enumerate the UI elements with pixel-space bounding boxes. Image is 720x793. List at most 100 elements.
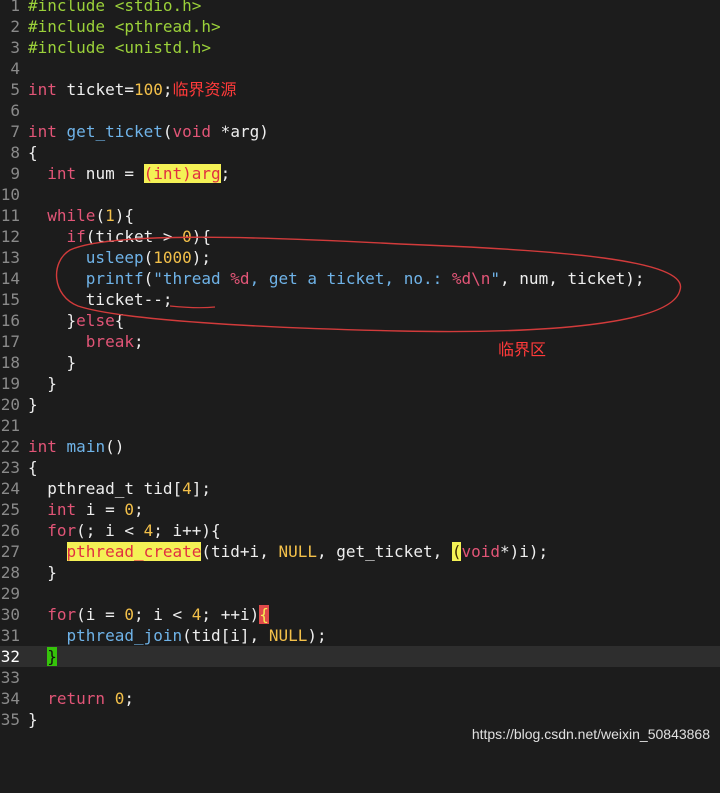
- code-text[interactable]: }else{: [28, 310, 125, 331]
- code-line[interactable]: 24 pthread_t tid[4];: [0, 478, 720, 499]
- code-line[interactable]: 17 break;: [0, 331, 720, 352]
- line-number: 7: [10, 122, 20, 141]
- code-line[interactable]: 13 usleep(1000);: [0, 247, 720, 268]
- code-text[interactable]: }: [28, 373, 57, 394]
- code-text[interactable]: #include <unistd.h>: [28, 37, 211, 58]
- code-text[interactable]: if(ticket > 0){: [28, 226, 212, 247]
- code-line[interactable]: 30 for(i = 0; i < 4; ++i){: [0, 604, 720, 625]
- code-text[interactable]: {: [28, 457, 38, 478]
- code-line[interactable]: 12 if(ticket > 0){: [0, 226, 720, 247]
- line-number: 1: [10, 0, 20, 15]
- code-line[interactable]: 3 #include <unistd.h>: [0, 37, 720, 58]
- line-number: 2: [10, 17, 20, 36]
- code-text[interactable]: {: [28, 142, 38, 163]
- line-number: 19: [0, 374, 20, 393]
- code-line[interactable]: 29: [0, 583, 720, 604]
- code-line[interactable]: 7 int get_ticket(void *arg): [0, 121, 720, 142]
- code-text[interactable]: pthread_join(tid[i], NULL);: [28, 625, 327, 646]
- code-text[interactable]: int main(): [28, 436, 124, 457]
- code-line[interactable]: 6: [0, 100, 720, 121]
- code-text[interactable]: int num = (int)arg;: [28, 163, 230, 184]
- code-line[interactable]: 2 #include <pthread.h>: [0, 16, 720, 37]
- code-editor[interactable]: 1 #include <stdio.h> 2 #include <pthread…: [0, 0, 720, 730]
- code-text[interactable]: usleep(1000);: [28, 247, 211, 268]
- line-number: 11: [0, 206, 20, 225]
- line-number: 20: [0, 395, 20, 414]
- code-line[interactable]: 14 printf("thread %d, get a ticket, no.:…: [0, 268, 720, 289]
- line-number: 24: [0, 479, 20, 498]
- code-text[interactable]: pthread_t tid[4];: [28, 478, 211, 499]
- code-line[interactable]: 27 pthread_create(tid+i, NULL, get_ticke…: [0, 541, 720, 562]
- code-line[interactable]: 1 #include <stdio.h>: [0, 0, 720, 16]
- line-number: 29: [0, 584, 20, 603]
- code-text[interactable]: }: [28, 562, 57, 583]
- line-number: 5: [10, 80, 20, 99]
- line-number: 31: [0, 626, 20, 645]
- line-number: 33: [0, 668, 20, 687]
- code-line[interactable]: 34 return 0;: [0, 688, 720, 709]
- code-line[interactable]: 15 ticket--;: [0, 289, 720, 310]
- code-text[interactable]: break;: [28, 331, 144, 352]
- code-text[interactable]: for(; i < 4; i++){: [28, 520, 220, 541]
- line-number: 26: [0, 521, 20, 540]
- code-line[interactable]: 20 }: [0, 394, 720, 415]
- code-line[interactable]: 5 int ticket=100;临界资源: [0, 79, 720, 100]
- code-text[interactable]: #include <stdio.h>: [28, 0, 201, 16]
- line-number: 10: [0, 185, 20, 204]
- line-number: 13: [0, 248, 20, 267]
- code-line[interactable]: 8 {: [0, 142, 720, 163]
- line-number: 4: [10, 59, 20, 78]
- line-number: 9: [10, 164, 20, 183]
- code-text[interactable]: }: [28, 709, 38, 730]
- line-number: 25: [0, 500, 20, 519]
- code-line[interactable]: 28 }: [0, 562, 720, 583]
- code-line[interactable]: 23 {: [0, 457, 720, 478]
- code-line[interactable]: 19 }: [0, 373, 720, 394]
- code-text[interactable]: }: [28, 352, 77, 373]
- code-line[interactable]: 31 pthread_join(tid[i], NULL);: [0, 625, 720, 646]
- line-number: 32: [0, 647, 20, 666]
- code-line[interactable]: 18 }: [0, 352, 720, 373]
- line-number: 8: [10, 143, 20, 162]
- cursor-bracket[interactable]: }: [47, 647, 57, 666]
- line-number: 15: [0, 290, 20, 309]
- code-text[interactable]: for(i = 0; i < 4; ++i){: [28, 604, 269, 625]
- code-text[interactable]: return 0;: [28, 688, 134, 709]
- code-line[interactable]: 10: [0, 184, 720, 205]
- code-line[interactable]: 25 int i = 0;: [0, 499, 720, 520]
- code-line[interactable]: 9 int num = (int)arg;: [0, 163, 720, 184]
- code-text[interactable]: int ticket=100;临界资源: [28, 79, 237, 100]
- code-text[interactable]: }: [28, 394, 38, 415]
- code-line-current[interactable]: 32 }: [0, 646, 720, 667]
- code-text[interactable]: printf("thread %d, get a ticket, no.: %d…: [28, 268, 645, 289]
- code-line[interactable]: 4: [0, 58, 720, 79]
- line-number: 6: [10, 101, 20, 120]
- code-line[interactable]: 11 while(1){: [0, 205, 720, 226]
- line-number: 28: [0, 563, 20, 582]
- code-text[interactable]: #include <pthread.h>: [28, 16, 221, 37]
- critical-resource-annotation: 临界资源: [172, 80, 237, 99]
- line-number: 30: [0, 605, 20, 624]
- line-number: 23: [0, 458, 20, 477]
- line-number: 14: [0, 269, 20, 288]
- code-text[interactable]: int i = 0;: [28, 499, 143, 520]
- code-text[interactable]: while(1){: [28, 205, 134, 226]
- code-text[interactable]: int get_ticket(void *arg): [28, 121, 269, 142]
- code-text[interactable]: }: [28, 646, 57, 667]
- critical-section-annotation: 临界区: [498, 340, 547, 359]
- line-number: 18: [0, 353, 20, 372]
- code-text[interactable]: ticket--;: [28, 289, 173, 310]
- code-line[interactable]: 21: [0, 415, 720, 436]
- line-number: 17: [0, 332, 20, 351]
- line-number: 34: [0, 689, 20, 708]
- code-line[interactable]: 26 for(; i < 4; i++){: [0, 520, 720, 541]
- line-number: 35: [0, 710, 20, 729]
- code-line[interactable]: 33: [0, 667, 720, 688]
- line-number: 3: [10, 38, 20, 57]
- code-line[interactable]: 16 }else{: [0, 310, 720, 331]
- line-number: 27: [0, 542, 20, 561]
- code-text[interactable]: pthread_create(tid+i, NULL, get_ticket, …: [28, 541, 548, 562]
- code-line[interactable]: 22 int main(): [0, 436, 720, 457]
- line-number: 12: [0, 227, 20, 246]
- line-number: 21: [0, 416, 20, 435]
